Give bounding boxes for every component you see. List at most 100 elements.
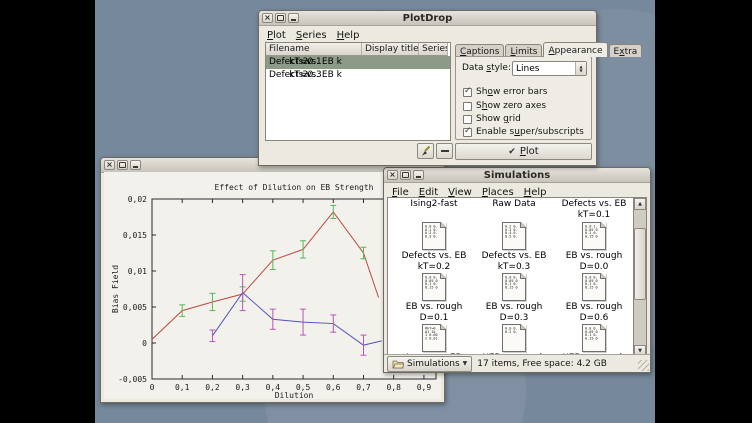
file-item[interactable]: #kT=0#1 1k1 0.002 0.01 Layer vs. EB — [396, 324, 472, 358]
close-button[interactable]: × — [387, 170, 398, 180]
file-item[interactable]: 0.0 0.0.05 00.1 0.0.15 0 XEB vs. rough — [556, 324, 632, 358]
maximize-icon — [277, 15, 284, 21]
data-style-select[interactable]: Lines ▲▼ — [512, 61, 587, 76]
checkbox-show-zero-axes[interactable]: ✓ Show zero axes — [463, 101, 546, 111]
plot-button[interactable]: ✔ Plot — [455, 143, 592, 160]
menu-edit[interactable]: Edit — [414, 187, 443, 198]
maximize-button[interactable] — [400, 170, 411, 180]
column-header-display-title[interactable]: Display title — [362, 43, 419, 56]
file-icon: #kT=0#1 1k1 0.002 0.01 — [422, 324, 446, 352]
menu-view[interactable]: View — [443, 187, 477, 198]
row-series: 2 — [266, 69, 342, 80]
tab-appearance[interactable]: Appearance — [543, 42, 607, 57]
plot-button-label: Plot — [520, 146, 539, 157]
vertical-scrollbar[interactable]: ▲ ▼ — [633, 197, 647, 358]
checkbox-icon: ✓ — [463, 128, 472, 137]
tab-extra[interactable]: Extra — [609, 44, 643, 57]
checkbox-show-grid[interactable]: ✓ Show grid — [463, 114, 521, 124]
file-item[interactable]: Raw Data — [476, 199, 552, 210]
svg-text:0: 0 — [150, 383, 155, 392]
simulations-titlebar[interactable]: × Simulations — [384, 168, 650, 183]
appearance-panel: Data style: Lines ▲▼ ✓ Show error bars ✓… — [455, 56, 592, 140]
checkbox-show-error-bars[interactable]: ✓ Show error bars — [463, 87, 547, 97]
menu-plot[interactable]: Plot — [262, 30, 291, 41]
file-item[interactable]: 0.0 0.0.05 00.1 0.0.15 0 EB vs. rough D=… — [476, 273, 552, 323]
remove-series-button[interactable] — [436, 143, 453, 159]
close-button[interactable]: × — [262, 13, 273, 23]
file-item-label: D=0.6 — [556, 313, 632, 324]
svg-text:0: 0 — [142, 339, 147, 348]
svg-text:Dilution: Dilution — [275, 391, 314, 400]
file-item-label: D=0.0 — [556, 262, 632, 273]
close-button[interactable]: × — [104, 160, 115, 170]
file-icon: 0.0 0.0.05 00.1 0.0.15 0 — [502, 273, 526, 301]
file-item[interactable]: 0.2 0.0.3 0.0.4 0.0.5 0. Defects vs. EB … — [476, 222, 552, 272]
file-item-label: Defects vs. EB — [476, 251, 552, 262]
file-item-label: kT=0.2 — [396, 262, 472, 273]
location-label: Simulations — [407, 359, 460, 369]
data-style-label: Data style: — [462, 63, 512, 73]
close-icon: × — [106, 161, 113, 168]
column-header-series[interactable]: Series — [419, 43, 448, 56]
data-style-value: Lines — [513, 64, 575, 74]
file-item[interactable]: Ising2-fast — [396, 199, 472, 210]
icon-view: Ising2-fast Raw Data Defects vs. EB kT=0… — [387, 197, 634, 358]
table-row[interactable]: Defects vs. EB kT=0.1 kT=0.1 2 — [266, 56, 450, 69]
file-icon: 0.0 0.0.05 00.1 0.0.15 0 — [582, 324, 606, 352]
plotdrop-titlebar[interactable]: × PlotDrop — [259, 11, 596, 26]
file-item-label: EB vs. rough — [556, 251, 632, 262]
file-icon: 0.0 1.0.05 00.1 0.0.15 0 — [582, 222, 606, 250]
scroll-up-button[interactable]: ▲ — [634, 198, 646, 210]
file-item-label: EB vs. rough — [556, 302, 632, 313]
svg-text:0,2: 0,2 — [205, 383, 220, 392]
svg-text:0,7: 0,7 — [356, 383, 371, 392]
clear-list-button[interactable] — [417, 143, 434, 159]
menu-series[interactable]: Series — [291, 30, 332, 41]
minimize-button[interactable] — [130, 160, 141, 170]
minimize-icon — [133, 166, 138, 168]
file-item-label: EB vs. rough — [396, 302, 472, 313]
dropdown-arrow-icon: ▼ — [463, 360, 468, 367]
checkbox-enable-super-subscripts[interactable]: ✓ Enable super/subscripts — [463, 127, 584, 137]
checkbox-icon: ✓ — [463, 102, 472, 111]
file-item[interactable]: 0.0 0.0.05 00.1 8.0.15 0 EB vs. rough D=… — [556, 273, 632, 323]
minimize-button[interactable] — [413, 170, 424, 180]
scrollbar-up-icon: ▲ — [638, 202, 642, 207]
maximize-icon — [119, 162, 126, 168]
window-title: PlotDrop — [259, 13, 596, 24]
svg-text:0,005: 0,005 — [123, 303, 147, 312]
table-row[interactable]: Defects vs. EB kT=0.3 kT=0.3 2 — [266, 69, 450, 82]
minimize-button[interactable] — [288, 13, 299, 23]
scrollbar-thumb[interactable] — [634, 228, 646, 300]
menu-help[interactable]: Help — [332, 30, 365, 41]
combo-stepper-icon: ▲▼ — [575, 62, 586, 75]
file-list[interactable]: Filename Display title Series Defects vs… — [265, 42, 451, 141]
menu-file[interactable]: File — [387, 187, 414, 198]
svg-text:0,6: 0,6 — [326, 383, 341, 392]
file-icon: 0.0 0.0.2 0. — [502, 324, 526, 352]
svg-text:0,02: 0,02 — [128, 195, 147, 204]
resize-grip[interactable] — [638, 360, 649, 371]
file-icon: 0.0 0.0.1 0.0.2 0.0.3 0. — [422, 222, 446, 250]
svg-text:0,01: 0,01 — [128, 267, 147, 276]
settings-tabs: Captions Limits Appearance Extra — [455, 42, 643, 57]
svg-text:0,3: 0,3 — [235, 383, 250, 392]
maximize-button[interactable] — [275, 13, 286, 23]
maximize-button[interactable] — [117, 160, 128, 170]
location-dropdown-button[interactable]: Simulations ▼ — [387, 356, 472, 372]
file-item[interactable]: Defects vs. EB kT=0.1 — [556, 199, 632, 220]
file-item[interactable]: 0.0 0.0.1 0.0.2 0.0.3 0. Defects vs. EB … — [396, 222, 472, 272]
column-header-filename[interactable]: Filename — [266, 43, 362, 56]
file-item[interactable]: 0.0 1.0.05 00.1 0.0.15 0 EB vs. rough D=… — [556, 222, 632, 272]
file-item[interactable]: 0.0 0.0.05 00.1 0.0.15 0 EB vs. rough D=… — [396, 273, 472, 323]
checkbox-icon: ✓ — [463, 115, 472, 124]
svg-text:-0,005: -0,005 — [118, 375, 147, 384]
broom-icon — [420, 145, 432, 157]
file-item-label: EB vs. rough — [476, 302, 552, 313]
menu-help[interactable]: Help — [519, 187, 552, 198]
minus-icon — [441, 150, 449, 152]
plotdrop-menubar: Plot Series Help — [259, 26, 596, 43]
menu-places[interactable]: Places — [477, 187, 519, 198]
file-item[interactable]: 0.0 0.0.2 0. XEB vs. rough — [476, 324, 552, 358]
file-item-label: kT=0.1 — [556, 210, 632, 221]
